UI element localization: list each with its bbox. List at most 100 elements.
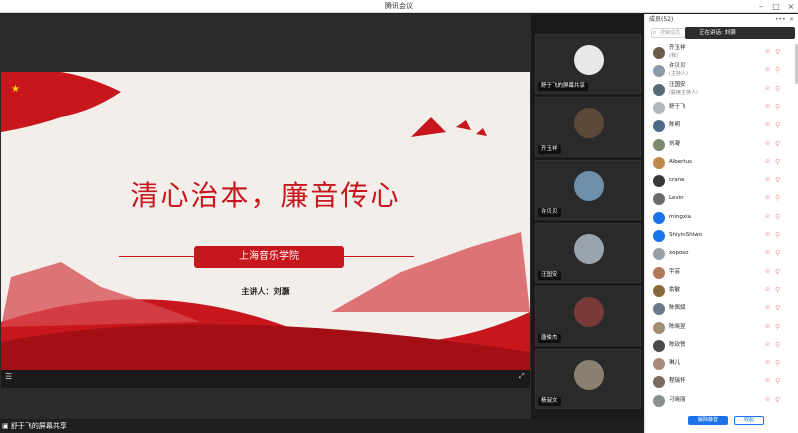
camera-off-icon[interactable]: ⊘: [765, 359, 770, 366]
member-row[interactable]: 刘凝 ⊘ ⚲: [645, 136, 798, 154]
member-row[interactable]: 刁晓丽 ⊘ ⚲: [645, 392, 798, 410]
slide-toolbar: ☰ ⤢: [1, 370, 530, 388]
mic-muted-icon[interactable]: ⚲: [775, 377, 780, 385]
mic-muted-icon[interactable]: ⚲: [775, 286, 780, 294]
avatar: [653, 211, 665, 224]
camera-off-icon[interactable]: ⊘: [765, 103, 770, 110]
mic-muted-icon[interactable]: ⚲: [775, 85, 780, 93]
mic-muted-icon[interactable]: ⚲: [775, 304, 780, 312]
mic-muted-icon[interactable]: ⚲: [775, 140, 780, 148]
camera-off-icon[interactable]: ⊘: [765, 304, 770, 311]
mic-muted-icon[interactable]: ⚲: [775, 213, 780, 221]
member-row[interactable]: 齐玉祥 (我) ⊘ ⚲: [645, 44, 798, 62]
avatar: [653, 138, 665, 151]
video-tile[interactable]: 舒于飞的屏幕共享: [535, 34, 641, 94]
great-wall-right: [331, 232, 530, 312]
member-row[interactable]: 汪国安 (联席主持人) ⊘ ⚲: [645, 81, 798, 99]
member-name: xoposo: [669, 250, 689, 257]
camera-off-icon[interactable]: ⊘: [765, 48, 770, 55]
mic-muted-icon[interactable]: ⚲: [775, 158, 780, 166]
minimize-icon[interactable]: –: [754, 0, 768, 13]
fullscreen-icon[interactable]: ⤢: [519, 372, 525, 381]
doves-icon: [411, 117, 487, 137]
member-row[interactable]: ShiyinShiwo ⊘ ⚲: [645, 227, 798, 245]
mic-muted-icon[interactable]: ⚲: [775, 396, 780, 404]
avatar: [653, 339, 665, 352]
camera-off-icon[interactable]: ⊘: [765, 396, 770, 403]
mic-muted-icon[interactable]: ⚲: [775, 66, 780, 74]
mic-muted-icon[interactable]: ⚲: [775, 323, 780, 331]
mic-muted-icon[interactable]: ⚲: [775, 341, 780, 349]
camera-off-icon[interactable]: ⊘: [765, 231, 770, 238]
mic-muted-icon[interactable]: ⚲: [775, 359, 780, 367]
more-icon[interactable]: •••: [775, 14, 786, 26]
video-tile[interactable]: 许贝贝: [535, 160, 641, 220]
avatar: [653, 230, 665, 242]
video-tile[interactable]: 杨淑文: [535, 349, 641, 409]
member-name: 琳儿: [669, 360, 681, 367]
window-title: 腾讯会议: [385, 2, 413, 10]
close-panel-icon[interactable]: ×: [789, 14, 794, 26]
mic-muted-icon[interactable]: ⚲: [775, 48, 780, 56]
member-row[interactable]: crane ⊘ ⚲: [645, 172, 798, 190]
tile-name: 唐俊杰: [538, 334, 561, 343]
member-role: (我): [669, 53, 678, 59]
member-name: mingxia: [669, 213, 692, 220]
menu-icon[interactable]: ☰: [5, 372, 12, 381]
camera-off-icon[interactable]: ⊘: [765, 158, 770, 165]
member-row[interactable]: mingxia ⊘ ⚲: [645, 209, 798, 227]
avatar: [574, 234, 604, 264]
mic-muted-icon[interactable]: ⚲: [775, 176, 780, 184]
tile-name: 杨淑文: [538, 397, 561, 406]
mic-muted-icon[interactable]: ⚲: [775, 249, 780, 257]
camera-off-icon[interactable]: ⊘: [765, 176, 770, 183]
camera-off-icon[interactable]: ⊘: [765, 323, 770, 330]
member-name: 陈钦赞: [669, 341, 686, 348]
mic-muted-icon[interactable]: ⚲: [775, 121, 780, 129]
camera-off-icon[interactable]: ⊘: [765, 249, 770, 256]
member-row[interactable]: 琳儿 ⊘ ⚲: [645, 355, 798, 373]
camera-off-icon[interactable]: ⊘: [765, 85, 770, 92]
collapse-button[interactable]: 收起: [734, 416, 764, 425]
camera-off-icon[interactable]: ⊘: [765, 194, 770, 201]
camera-off-icon[interactable]: ⊘: [765, 140, 770, 147]
member-name: 刁晓丽: [669, 396, 686, 403]
member-row[interactable]: Levin ⊘ ⚲: [645, 190, 798, 208]
share-indicator-icon: ▣: [2, 422, 9, 430]
member-name: Albertus: [669, 158, 692, 165]
avatar: [574, 108, 604, 138]
member-row[interactable]: 许贝贝 (主持人) ⊘ ⚲: [645, 62, 798, 80]
mic-muted-icon[interactable]: ⚲: [775, 268, 780, 276]
unmute-all-button[interactable]: 解除静音: [688, 416, 728, 425]
member-row[interactable]: 陈佩斌 ⊘ ⚲: [645, 300, 798, 318]
mic-muted-icon[interactable]: ⚲: [775, 103, 780, 111]
camera-off-icon[interactable]: ⊘: [765, 341, 770, 348]
member-row[interactable]: 陈明 ⊘ ⚲: [645, 117, 798, 135]
member-row[interactable]: 陈钦赞 ⊘ ⚲: [645, 337, 798, 355]
avatar: [653, 303, 665, 316]
member-name: 齐玉祥: [669, 45, 686, 51]
close-icon[interactable]: ×: [784, 0, 798, 13]
camera-off-icon[interactable]: ⊘: [765, 66, 770, 73]
speaking-toast: 正在讲话: 刘灏: [685, 27, 795, 39]
mic-muted-icon[interactable]: ⚲: [775, 231, 780, 239]
member-row[interactable]: Albertus ⊘ ⚲: [645, 154, 798, 172]
camera-off-icon[interactable]: ⊘: [765, 121, 770, 128]
maximize-icon[interactable]: □: [769, 0, 783, 13]
avatar: [653, 156, 665, 169]
member-row[interactable]: 程瑞怀 ⊘ ⚲: [645, 373, 798, 391]
member-row[interactable]: xoposo ⊘ ⚲: [645, 245, 798, 263]
member-row[interactable]: 宇芸 ⊘ ⚲: [645, 264, 798, 282]
mic-muted-icon[interactable]: ⚲: [775, 194, 780, 202]
member-row[interactable]: 舒于飞 ⊘ ⚲: [645, 99, 798, 117]
video-tile[interactable]: 唐俊杰: [535, 286, 641, 346]
member-row[interactable]: 俞敏 ⊘ ⚲: [645, 282, 798, 300]
camera-off-icon[interactable]: ⊘: [765, 213, 770, 220]
member-row[interactable]: 陈晓昱 ⊘ ⚲: [645, 319, 798, 337]
video-tile[interactable]: 汪国安: [535, 223, 641, 283]
video-tile[interactable]: 齐玉祥: [535, 97, 641, 157]
slide-speaker: 主讲人：刘灏: [241, 287, 290, 296]
camera-off-icon[interactable]: ⊘: [765, 268, 770, 275]
camera-off-icon[interactable]: ⊘: [765, 377, 770, 384]
camera-off-icon[interactable]: ⊘: [765, 286, 770, 293]
